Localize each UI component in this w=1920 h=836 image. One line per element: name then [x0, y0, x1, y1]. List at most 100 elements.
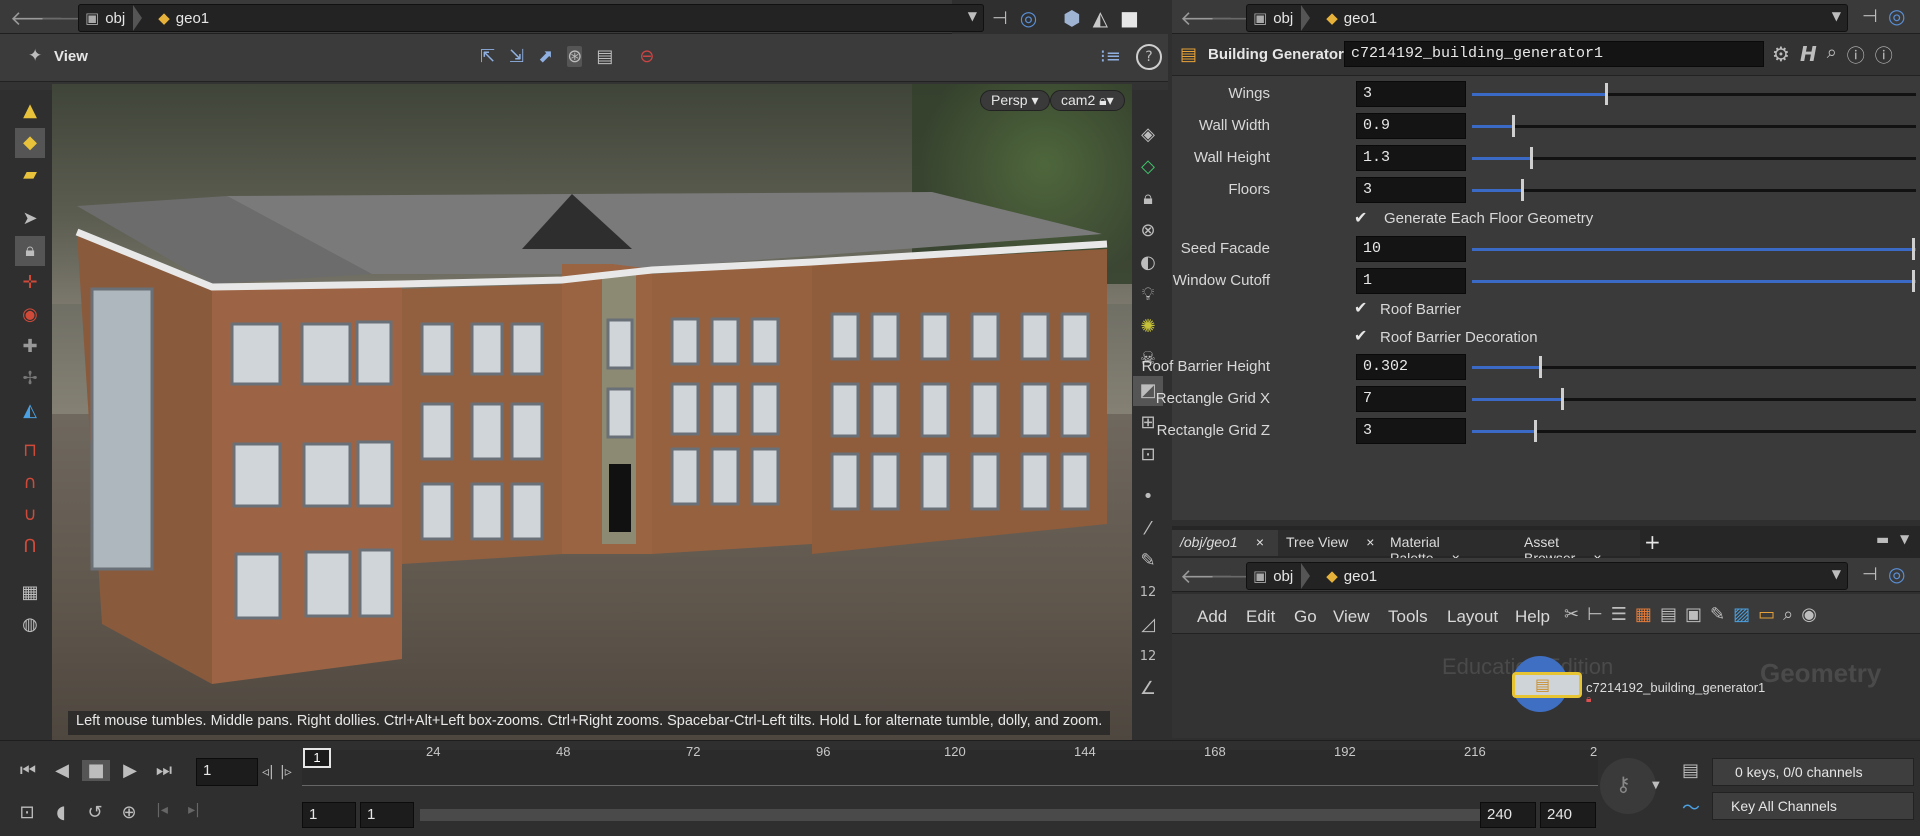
pin-icon[interactable]: ⊣: [992, 8, 1008, 29]
maximize-icon[interactable]: ▬: [1876, 532, 1889, 548]
menu-help[interactable]: Help: [1515, 607, 1550, 627]
link-icon[interactable]: ◎: [1888, 4, 1905, 28]
real-time-icon[interactable]: ⊡: [14, 802, 40, 823]
tab-obj-geo1[interactable]: /obj/geo1 ×: [1172, 530, 1278, 556]
back-arrow-icon[interactable]: 🡐: [1180, 564, 1234, 589]
numbers2-icon[interactable]: 12: [1133, 642, 1163, 672]
frame-marker[interactable]: 1: [303, 748, 331, 768]
headlight-icon[interactable]: ✺: [1133, 312, 1163, 342]
step-back-icon[interactable]: ◃|: [262, 764, 274, 780]
check-icon[interactable]: ✔: [1354, 208, 1367, 228]
audio-icon[interactable]: ◖: [48, 802, 74, 823]
range-end-field[interactable]: 240: [1480, 802, 1536, 828]
param-field[interactable]: 10: [1356, 236, 1466, 262]
snap-icon[interactable]: ⊛: [567, 46, 583, 67]
param-slider[interactable]: [1472, 238, 1916, 260]
pen-icon[interactable]: ✎: [1133, 546, 1163, 576]
range-slider[interactable]: [420, 809, 1484, 821]
param-slider[interactable]: [1472, 420, 1916, 442]
param-field[interactable]: 1.3: [1356, 145, 1466, 171]
grid-icon[interactable]: ▤: [1660, 604, 1677, 625]
shapes-icon[interactable]: ◭: [1093, 6, 1108, 30]
numbers-icon[interactable]: 12: [1133, 578, 1163, 608]
select-tool-icon[interactable]: ➤: [15, 204, 45, 234]
param-slider[interactable]: [1472, 115, 1916, 137]
forward-arrow-icon[interactable]: 🡒: [40, 6, 94, 31]
crumb-geo1[interactable]: ◆ geo1: [152, 5, 219, 31]
chevron-down-icon[interactable]: ▼: [1900, 532, 1909, 546]
current-frame-field[interactable]: 1: [196, 758, 258, 786]
magnet-curve-icon[interactable]: ∩: [15, 468, 45, 498]
pin-icon[interactable]: ⊣: [1862, 6, 1878, 27]
angle-icon[interactable]: ∠: [1133, 674, 1163, 704]
param-slider[interactable]: [1472, 388, 1916, 410]
check-icon[interactable]: ✔: [1354, 298, 1367, 318]
param-slider[interactable]: [1472, 147, 1916, 169]
forward-arrow-icon[interactable]: 🡒: [1210, 6, 1264, 31]
select-objects-icon[interactable]: ⇱: [480, 46, 495, 67]
scale-tool-icon[interactable]: ✚: [15, 332, 45, 362]
asset-icon[interactable]: ▭: [1758, 604, 1775, 625]
link-icon[interactable]: ◎: [1020, 6, 1037, 30]
param-field[interactable]: 3: [1356, 418, 1466, 444]
eye-icon[interactable]: ◉: [1801, 604, 1817, 625]
channel-list-icon[interactable]: ▤: [1682, 760, 1699, 781]
param-field[interactable]: 0.9: [1356, 113, 1466, 139]
magnet-icon[interactable]: Ո: [15, 532, 45, 562]
play-icon[interactable]: ▶: [116, 760, 144, 781]
layout-icon[interactable]: ▣: [1685, 604, 1702, 625]
go-to-start-icon[interactable]: ⏮: [14, 760, 42, 781]
render-region-icon[interactable]: ◍: [15, 610, 45, 640]
param-slider[interactable]: [1472, 83, 1916, 105]
lock-tool-icon[interactable]: 🔒︎: [15, 236, 45, 266]
range-start-field[interactable]: 1: [302, 802, 356, 828]
chevron-down-icon[interactable]: ▼: [1832, 567, 1841, 581]
menu-add[interactable]: Add: [1197, 607, 1227, 627]
stop-icon[interactable]: ■: [82, 760, 110, 781]
info-icon[interactable]: ⓘ: [1847, 42, 1865, 68]
search-icon[interactable]: ⌕: [1783, 604, 1793, 625]
param-field[interactable]: 1: [1356, 268, 1466, 294]
chevron-down-icon[interactable]: ▼: [1832, 9, 1841, 23]
crumb-obj[interactable]: ▣ obj: [1247, 563, 1320, 589]
menu-edit[interactable]: Edit: [1246, 607, 1275, 627]
palette-icon[interactable]: ▦: [1635, 604, 1652, 625]
select-groups-icon[interactable]: ⬈: [538, 46, 553, 67]
view-tool-icon[interactable]: ▦: [15, 578, 45, 608]
houdini-icon[interactable]: H: [1800, 42, 1817, 68]
crumb-obj[interactable]: ▣ obj: [1247, 5, 1320, 31]
key-button[interactable]: ⚷: [1600, 758, 1656, 814]
param-field[interactable]: 7: [1356, 386, 1466, 412]
loop-icon[interactable]: ↺: [82, 802, 108, 823]
help-icon[interactable]: ?: [1136, 44, 1162, 70]
back-arrow-icon[interactable]: 🡐: [10, 6, 64, 31]
range-start2-field[interactable]: 1: [360, 802, 414, 828]
building-generator-node[interactable]: ▤: [1512, 672, 1582, 698]
go-to-end-icon[interactable]: ⏭: [150, 760, 178, 781]
tree-icon[interactable]: ⊢: [1587, 604, 1603, 625]
menu-layout[interactable]: Layout: [1447, 607, 1498, 627]
help-icon[interactable]: ⓘ: [1875, 42, 1893, 68]
close-icon[interactable]: ×: [1256, 534, 1264, 550]
image-icon[interactable]: ▨: [1733, 604, 1750, 625]
chevron-down-icon[interactable]: ▼: [1652, 780, 1660, 791]
pose-tool-icon[interactable]: ✢: [15, 364, 45, 394]
frame-options-icon[interactable]: ⊕: [116, 802, 142, 823]
param-field[interactable]: 3: [1356, 81, 1466, 107]
brush-icon[interactable]: ⁄: [1133, 514, 1163, 544]
tab-asset-browser[interactable]: Asset Browser×: [1516, 530, 1640, 566]
chevron-down-icon[interactable]: ▼: [968, 9, 977, 23]
crumb-geo1[interactable]: ◆ geo1: [1320, 5, 1387, 31]
check-icon[interactable]: ✔: [1354, 326, 1367, 346]
crumb-obj[interactable]: ▣ obj: [79, 5, 152, 31]
param-slider[interactable]: [1472, 356, 1916, 378]
back-arrow-icon[interactable]: 🡐: [1180, 6, 1234, 31]
range-end-icon[interactable]: ▸|: [182, 802, 206, 823]
play-reverse-icon[interactable]: ◀: [48, 760, 76, 781]
gear-icon[interactable]: ⚙: [1772, 42, 1790, 68]
param-field[interactable]: 3: [1356, 177, 1466, 203]
tab-material-palette[interactable]: Material Palette×: [1382, 530, 1518, 566]
white-square-icon[interactable]: ■: [1120, 6, 1139, 30]
param-slider[interactable]: [1472, 270, 1916, 292]
link-icon[interactable]: ◎: [1888, 562, 1905, 586]
